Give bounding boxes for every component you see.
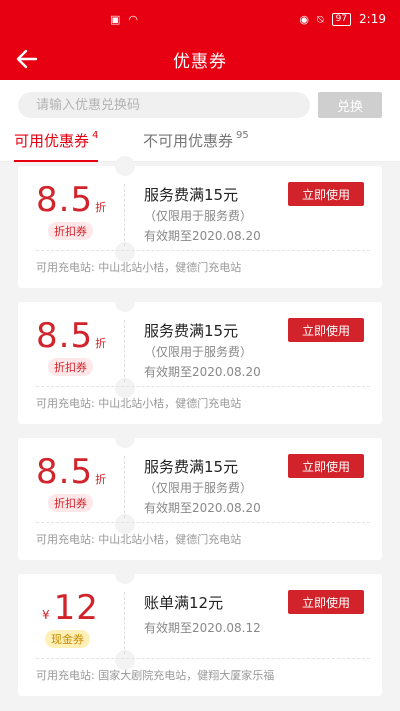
coupon-amount: 12 bbox=[53, 588, 99, 628]
mute-icon: ⍉ bbox=[316, 12, 324, 26]
coupon-limit: （仅限用于服务费） bbox=[144, 209, 253, 223]
coupon-unit: 折 bbox=[95, 337, 108, 350]
card-notch bbox=[115, 156, 135, 176]
coupon-amount: 8.5 bbox=[36, 180, 94, 220]
redeem-bar: 兑换 bbox=[0, 80, 400, 126]
coupon-value: 8.5 折 bbox=[36, 452, 107, 492]
divider bbox=[124, 592, 125, 654]
redeem-button[interactable]: 兑换 bbox=[318, 92, 382, 118]
coupon-card: 8.5 折 折扣券 服务费满15元 （仅限用于服务费） 有效期至2020.08.2… bbox=[18, 156, 382, 288]
tab-available-count: 4 bbox=[92, 130, 99, 141]
currency-symbol: ¥ bbox=[42, 608, 51, 622]
coupon-card: ¥12 现金券 账单满12元 有效期至2020.08.12 立即使用 可用充电站… bbox=[18, 564, 382, 696]
coupon-card: 8.5 折 折扣券 服务费满15元 （仅限用于服务费） 有效期至2020.08.2… bbox=[18, 428, 382, 560]
coupon-unit: 折 bbox=[95, 201, 108, 214]
tab-unavailable-count: 95 bbox=[236, 130, 249, 141]
tab-available-label: 可用优惠券 bbox=[14, 132, 90, 150]
tab-active-indicator bbox=[14, 160, 99, 162]
app-header: ▣ ◠ ◉ ⍉ 97 2:19 优惠券 bbox=[0, 0, 400, 80]
coupon-expiry: 有效期至2020.08.20 bbox=[144, 365, 261, 379]
divider bbox=[36, 386, 370, 387]
coupon-type-badge: 折扣券 bbox=[48, 222, 93, 240]
tab-unavailable-label: 不可用优惠券 bbox=[143, 132, 234, 150]
card-notch bbox=[115, 564, 135, 584]
card-notch bbox=[115, 428, 135, 448]
divider bbox=[36, 522, 370, 523]
card-notch bbox=[115, 292, 135, 312]
redeem-code-input[interactable] bbox=[18, 92, 310, 118]
coupon-amount: 8.5 bbox=[36, 316, 94, 356]
coupon-title: 账单满12元 bbox=[144, 594, 224, 612]
use-now-button[interactable]: 立即使用 bbox=[288, 590, 364, 614]
tab-available[interactable]: 可用优惠券 4 bbox=[14, 130, 99, 162]
divider bbox=[124, 184, 125, 246]
page-title: 优惠券 bbox=[173, 51, 227, 72]
nav-bar: 优惠券 bbox=[0, 38, 400, 80]
coupon-value: 8.5 折 bbox=[36, 180, 107, 220]
use-now-button[interactable]: 立即使用 bbox=[288, 454, 364, 478]
sim-icon: ▣ bbox=[110, 12, 121, 26]
coupon-expiry: 有效期至2020.08.20 bbox=[144, 501, 261, 515]
coupon-type-badge: 折扣券 bbox=[48, 358, 93, 376]
coupon-amount: 8.5 bbox=[36, 452, 94, 492]
divider bbox=[36, 250, 370, 251]
battery-icon: 97 bbox=[331, 12, 352, 26]
use-now-button[interactable]: 立即使用 bbox=[288, 318, 364, 342]
coupon-stations: 可用充电站: 中山北站小桔，健德门充电站 bbox=[36, 261, 242, 274]
coupon-title: 服务费满15元 bbox=[144, 322, 239, 340]
back-arrow-icon[interactable] bbox=[14, 46, 40, 72]
divider bbox=[124, 456, 125, 518]
coupon-stations: 可用充电站: 中山北站小桔，健德门充电站 bbox=[36, 397, 242, 410]
coupon-type-badge: 现金券 bbox=[45, 630, 90, 648]
coupon-expiry: 有效期至2020.08.20 bbox=[144, 229, 261, 243]
coupon-title: 服务费满15元 bbox=[144, 458, 239, 476]
wifi-icon: ◠ bbox=[128, 12, 139, 26]
divider bbox=[124, 320, 125, 382]
coupon-limit: （仅限用于服务费） bbox=[144, 481, 253, 495]
tab-unavailable[interactable]: 不可用优惠券 95 bbox=[143, 130, 249, 162]
coupon-card: 8.5 折 折扣券 服务费满15元 （仅限用于服务费） 有效期至2020.08.2… bbox=[18, 292, 382, 424]
status-time: 2:19 bbox=[359, 12, 386, 26]
coupon-stations: 可用充电站: 国家大剧院充电站，健翔大厦家乐福 bbox=[36, 669, 275, 682]
coupon-value: ¥12 bbox=[42, 588, 99, 628]
coupon-value: 8.5 折 bbox=[36, 316, 107, 356]
coupon-tabs: 可用优惠券 4 不可用优惠券 95 bbox=[0, 126, 400, 162]
status-bar: ▣ ◠ ◉ ⍉ 97 2:19 bbox=[0, 0, 400, 38]
coupon-title: 服务费满15元 bbox=[144, 186, 239, 204]
coupon-limit: （仅限用于服务费） bbox=[144, 345, 253, 359]
coupon-stations: 可用充电站: 中山北站小桔，健德门充电站 bbox=[36, 533, 242, 546]
coupon-unit: 折 bbox=[95, 473, 108, 486]
use-now-button[interactable]: 立即使用 bbox=[288, 182, 364, 206]
coupon-expiry: 有效期至2020.08.12 bbox=[144, 621, 261, 635]
location-icon: ◉ bbox=[299, 12, 309, 26]
coupon-type-badge: 折扣券 bbox=[48, 494, 93, 512]
divider bbox=[36, 658, 370, 659]
